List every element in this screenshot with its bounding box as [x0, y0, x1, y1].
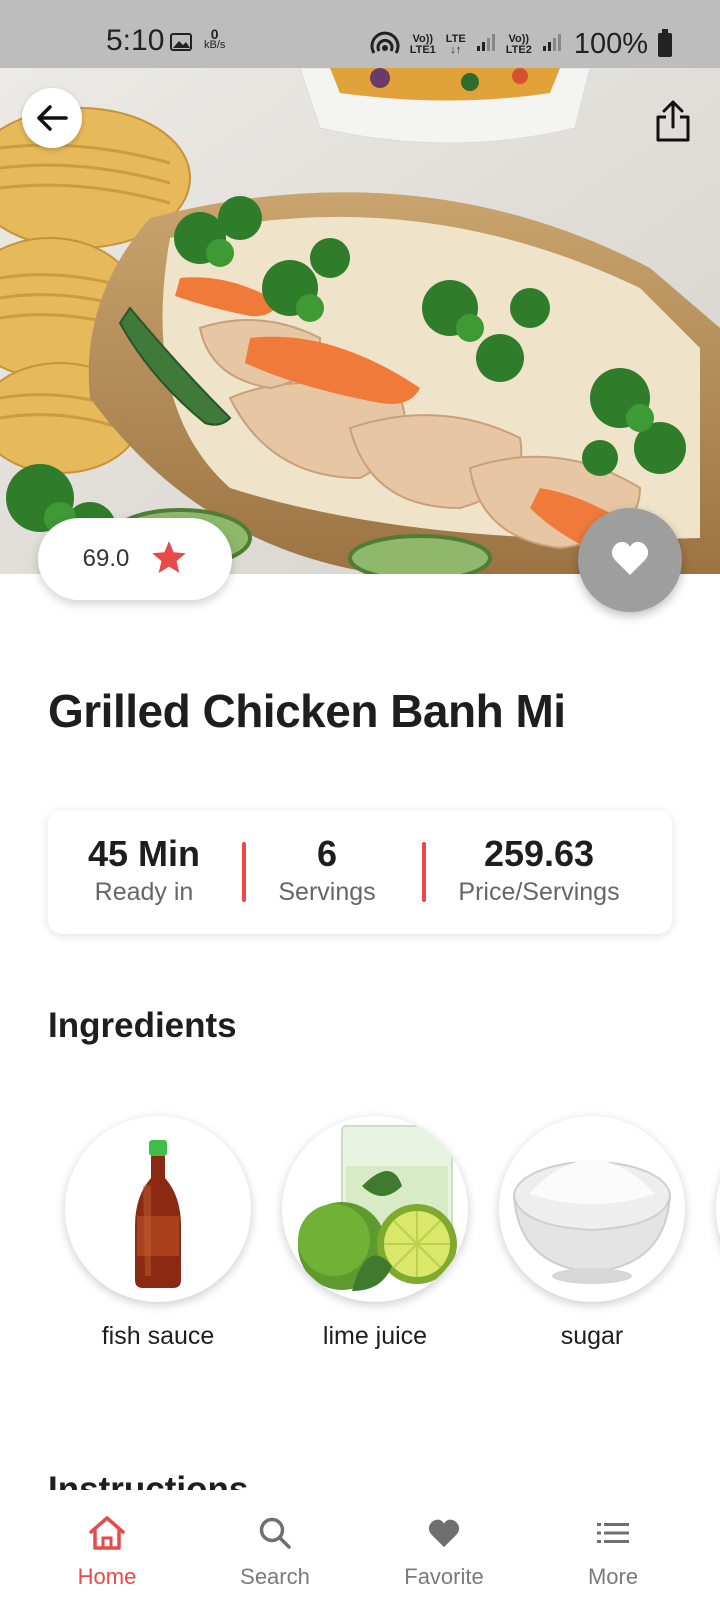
stat-label: Price/Servings — [458, 878, 620, 906]
share-button[interactable] — [650, 96, 696, 146]
search-icon — [190, 1512, 360, 1554]
rating-value: 69.0 — [82, 545, 130, 572]
ingredient-name: lime juice — [322, 1322, 428, 1350]
lte-arrows: ↓↑ — [450, 43, 462, 56]
status-bar: 5:10 0 kB/s Vo)) LTE1 LTE ↓↑ Vo)) LTE2 1… — [0, 0, 720, 68]
stat-ready-time: 45 Min Ready in — [72, 834, 216, 907]
bottom-navigation: Home Search Favorite More — [0, 1490, 720, 1600]
data-speed: 0 kB/s — [204, 27, 226, 51]
battery-percent: 100% — [573, 28, 648, 60]
sim1-bottom: LTE1 — [409, 43, 436, 56]
nav-label: Favorite — [404, 1564, 484, 1589]
recipe-hero-image — [0, 68, 720, 574]
stat-value: 259.63 — [483, 833, 595, 874]
data-speed-unit: kB/s — [204, 39, 226, 51]
star-icon — [151, 540, 187, 579]
back-button[interactable] — [22, 88, 82, 148]
stat-value: 45 Min — [87, 833, 201, 874]
stat-label: Servings — [278, 878, 376, 906]
stat-value: 6 — [316, 833, 338, 874]
gallery-icon — [170, 33, 192, 56]
battery-icon — [658, 28, 672, 57]
nav-label: Search — [240, 1564, 310, 1589]
lime-juice-image — [282, 1116, 468, 1302]
heart-icon — [610, 540, 650, 581]
stat-divider — [242, 842, 246, 902]
status-right-group: Vo)) LTE1 LTE ↓↑ Vo)) LTE2 100% — [370, 28, 672, 61]
favorite-button[interactable] — [578, 508, 682, 612]
signal-icon-2 — [542, 32, 562, 57]
home-icon — [22, 1512, 192, 1554]
ingredient-item[interactable]: fish sauce — [64, 1116, 252, 1351]
signal-icon — [476, 32, 496, 57]
ingredient-name: fish sauce — [101, 1322, 215, 1350]
sim2-label: Vo)) LTE2 — [505, 33, 532, 56]
recipe-stats-card: 45 Min Ready in 6 Servings 259.63 Price/… — [48, 810, 672, 934]
stat-label: Ready in — [94, 878, 194, 906]
nav-label: More — [587, 1564, 639, 1589]
status-time: 5:10 — [106, 24, 165, 57]
ingredient-item-partial[interactable] — [716, 1116, 720, 1302]
ingredient-name: sugar — [560, 1322, 624, 1350]
ingredients-heading: Ingredients — [48, 1006, 237, 1045]
arrow-left-icon — [36, 104, 68, 132]
stat-servings: 6 Servings — [262, 834, 392, 907]
nav-favorite[interactable]: Favorite — [359, 1490, 529, 1600]
nav-home[interactable]: Home — [22, 1490, 192, 1600]
stat-price-per-serving: 259.63 Price/Servings — [444, 834, 634, 907]
sim1-label: Vo)) LTE1 — [409, 33, 436, 56]
nav-more[interactable]: More — [528, 1490, 698, 1600]
ingredient-item[interactable]: lime juice — [281, 1116, 469, 1351]
sugar-image — [499, 1116, 685, 1302]
share-icon — [655, 99, 691, 143]
stat-divider — [422, 842, 426, 902]
lte-label: LTE ↓↑ — [446, 33, 466, 56]
recipe-title: Grilled Chicken Banh Mi — [48, 685, 566, 737]
banh-mi-illustration — [0, 68, 720, 574]
nav-search[interactable]: Search — [190, 1490, 360, 1600]
nav-label: Home — [77, 1564, 137, 1589]
rating-badge: 69.0 — [38, 518, 232, 600]
sim2-bottom: LTE2 — [505, 43, 532, 56]
hotspot-icon — [370, 29, 400, 60]
ingredient-item[interactable]: sugar — [498, 1116, 686, 1351]
heart-icon — [359, 1512, 529, 1554]
recipe-detail-screen: 5:10 0 kB/s Vo)) LTE1 LTE ↓↑ Vo)) LTE2 1… — [0, 0, 720, 1600]
fish-sauce-image — [65, 1116, 251, 1302]
list-icon — [528, 1512, 698, 1554]
